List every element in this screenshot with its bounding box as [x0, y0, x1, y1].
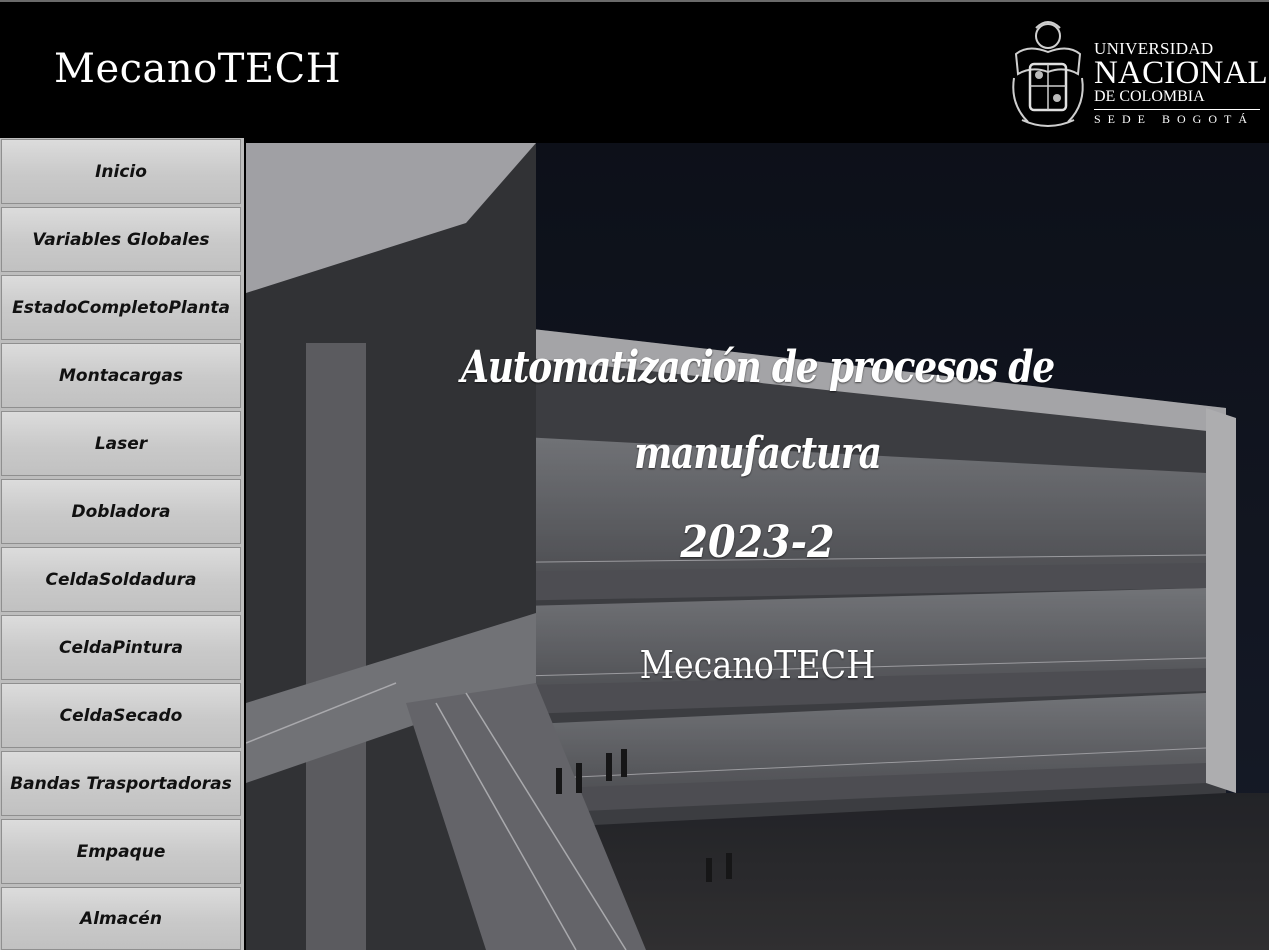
sidebar-nav: Inicio Variables Globales EstadoCompleto… — [0, 138, 244, 950]
logo-line-nacional: NACIONAL — [1094, 55, 1268, 91]
header-bar: MecanoTECH UNIVERSIDAD NACIONAL DE COLOM… — [0, 0, 1269, 138]
hero-title-line-1: Automatización de procesos de — [460, 342, 1055, 393]
nav-button-inicio[interactable]: Inicio — [1, 139, 241, 204]
nav-button-celda-soldadura[interactable]: CeldaSoldadura — [1, 547, 241, 612]
hero-banner: Automatización de procesos de manufactur… — [246, 143, 1269, 950]
nav-button-celda-secado[interactable]: CeldaSecado — [1, 683, 241, 748]
university-seal-icon — [1012, 21, 1084, 127]
nav-button-celda-pintura[interactable]: CeldaPintura — [1, 615, 241, 680]
hero-year: 2023-2 — [680, 517, 835, 568]
logo-line-sede: SEDE BOGOTÁ — [1094, 112, 1254, 126]
logo-divider — [1094, 109, 1260, 110]
university-logo: UNIVERSIDAD NACIONAL DE COLOMBIA SEDE BO… — [1008, 14, 1268, 134]
nav-button-bandas-trasportadoras[interactable]: Bandas Trasportadoras — [1, 751, 241, 816]
nav-button-variables-globales[interactable]: Variables Globales — [1, 207, 241, 272]
nav-button-estado-completo-planta[interactable]: EstadoCompletoPlanta — [1, 275, 241, 340]
nav-button-laser[interactable]: Laser — [1, 411, 241, 476]
hero-brand: MecanoTECH — [639, 643, 876, 687]
nav-button-empaque[interactable]: Empaque — [1, 819, 241, 884]
app-title: MecanoTECH — [54, 46, 342, 92]
nav-button-montacargas[interactable]: Montacargas — [1, 343, 241, 408]
nav-button-dobladora[interactable]: Dobladora — [1, 479, 241, 544]
nav-button-almacen[interactable]: Almacén — [1, 887, 241, 950]
hero-title-line-2: manufactura — [634, 428, 882, 479]
